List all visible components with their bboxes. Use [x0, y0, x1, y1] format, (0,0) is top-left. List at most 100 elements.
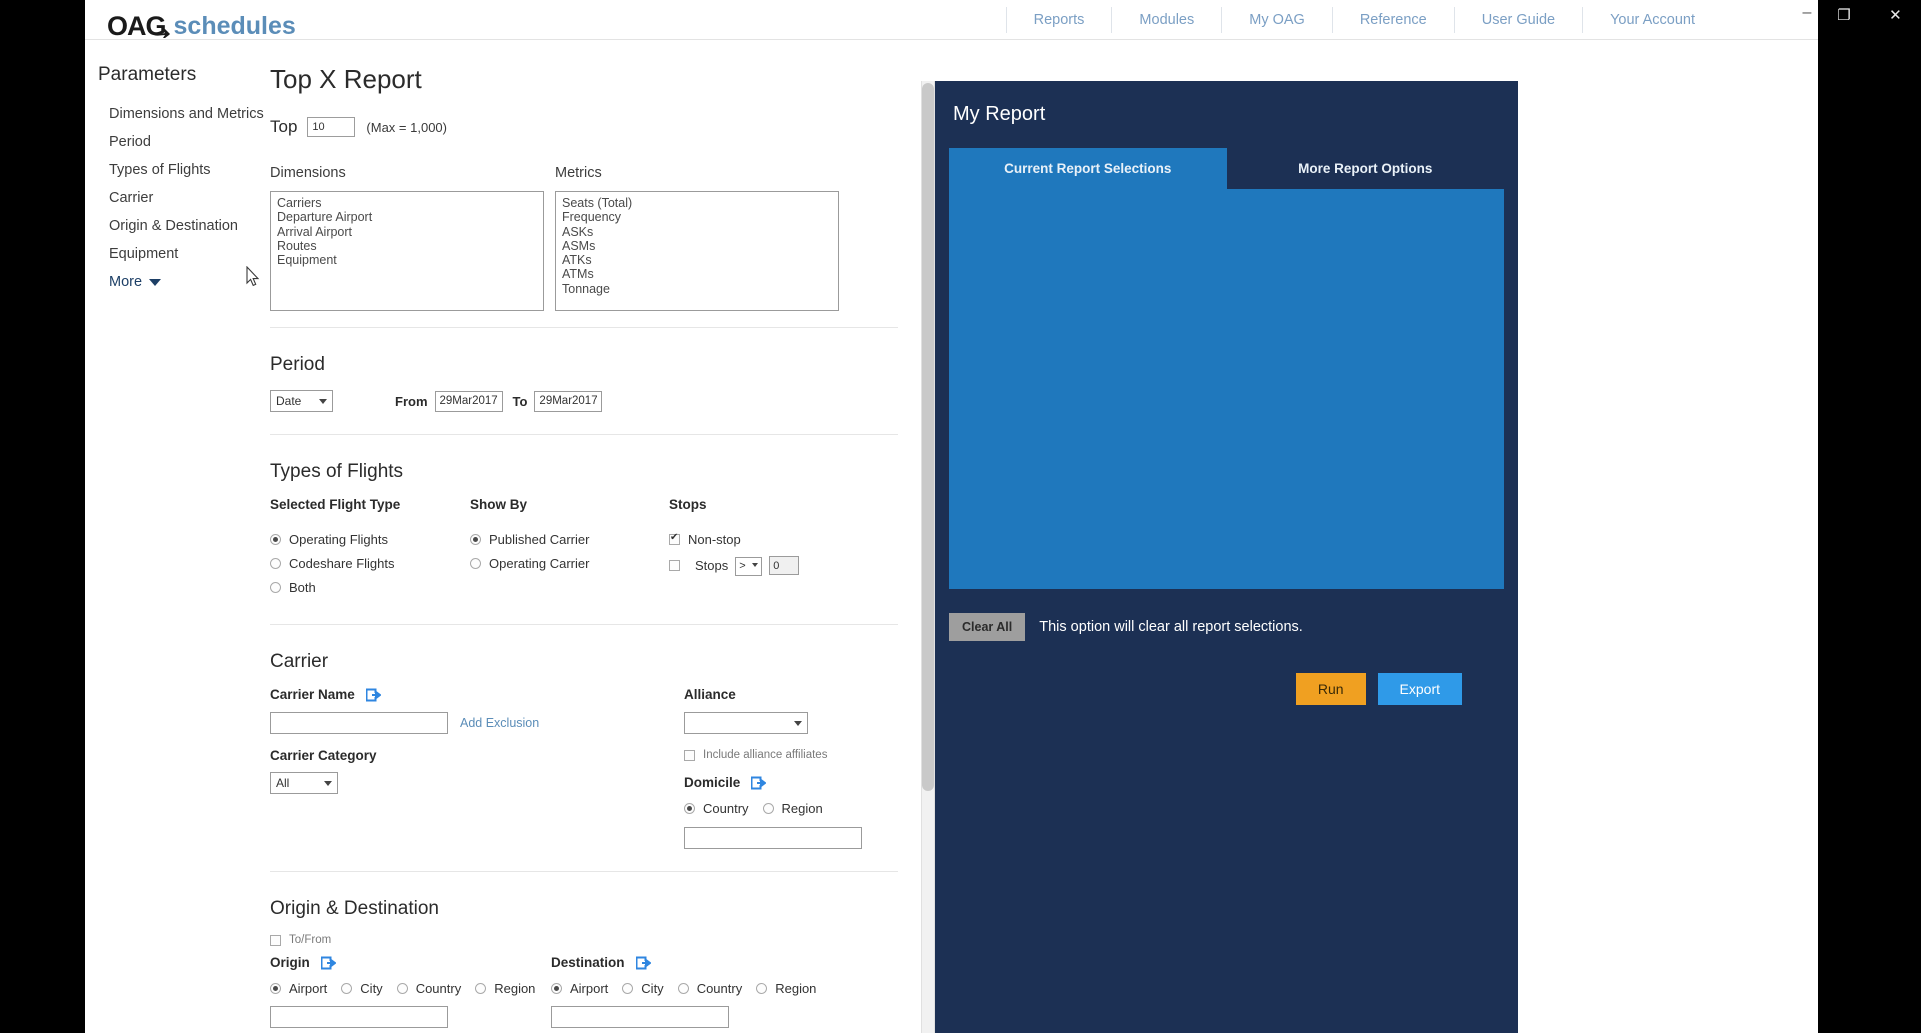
metrics-listbox[interactable]: Seats (Total) Frequency ASKs ASMs ATKs A…	[555, 191, 839, 311]
dimensions-option[interactable]: Arrival Airport	[275, 225, 543, 239]
carrier-category-select[interactable]: All	[270, 772, 338, 794]
radio-icon[interactable]	[270, 582, 281, 593]
metrics-option[interactable]: Seats (Total)	[560, 196, 838, 210]
add-exclusion-link[interactable]: Add Exclusion	[460, 716, 539, 730]
restore-icon[interactable]: ❐	[1831, 5, 1856, 26]
radio-icon[interactable]	[270, 558, 281, 569]
external-link-icon[interactable]	[635, 956, 651, 970]
period-to-input[interactable]	[534, 390, 603, 412]
destination-label: Destination	[551, 955, 625, 970]
stops-operator-select[interactable]: >	[735, 556, 763, 576]
radio-operating-flights[interactable]: Operating Flights	[270, 532, 470, 547]
radio-icon[interactable]	[270, 983, 281, 994]
radio-icon[interactable]	[677, 983, 689, 994]
run-button[interactable]: Run	[1295, 673, 1366, 705]
checkbox-non-stop[interactable]: Non-stop	[669, 532, 869, 547]
radio-both[interactable]: Both	[270, 580, 470, 595]
radio-destination-city[interactable]: City	[622, 981, 664, 996]
nav-item-my-oag[interactable]: My OAG	[1221, 6, 1332, 33]
radio-label: Codeshare Flights	[289, 556, 395, 571]
metrics-option[interactable]: ATMs	[560, 267, 838, 281]
dimensions-option[interactable]: Equipment	[275, 253, 543, 267]
radio-label: Country	[415, 981, 462, 996]
radio-origin-airport[interactable]: Airport	[270, 981, 327, 996]
radio-icon[interactable]	[396, 983, 408, 994]
sidebar-item-equipment[interactable]: Equipment	[85, 240, 270, 268]
radio-published-carrier[interactable]: Published Carrier	[470, 532, 669, 547]
radio-codeshare-flights[interactable]: Codeshare Flights	[270, 556, 470, 571]
sidebar-item-period[interactable]: Period	[85, 128, 270, 156]
origin-input[interactable]	[270, 1006, 448, 1028]
radio-domicile-country[interactable]: Country	[684, 801, 749, 816]
radio-label: Published Carrier	[489, 532, 590, 547]
radio-icon[interactable]	[622, 983, 634, 994]
radio-icon[interactable]	[684, 803, 695, 814]
tab-current-report-selections[interactable]: Current Report Selections	[949, 148, 1227, 189]
radio-operating-carrier[interactable]: Operating Carrier	[470, 556, 669, 571]
close-icon[interactable]: ✕	[1883, 5, 1908, 26]
dimensions-option[interactable]: Departure Airport	[275, 210, 543, 224]
sidebar-item-types-of-flights[interactable]: Types of Flights	[85, 156, 270, 184]
external-link-icon[interactable]	[365, 688, 381, 702]
sidebar-item-more[interactable]: More	[85, 268, 270, 296]
external-link-icon[interactable]	[751, 776, 767, 790]
dimensions-option[interactable]: Routes	[275, 239, 543, 253]
sidebar-item-carrier[interactable]: Carrier	[85, 184, 270, 212]
checkbox-icon[interactable]	[270, 934, 281, 946]
radio-origin-region[interactable]: Region	[475, 981, 535, 996]
checkbox-icon[interactable]	[669, 532, 680, 545]
period-mode-select[interactable]: Date	[270, 390, 333, 412]
metrics-option[interactable]: ASMs	[560, 239, 838, 253]
tab-more-report-options[interactable]: More Report Options	[1226, 148, 1504, 189]
oag-schedules-logo[interactable]: OAG schedules	[107, 0, 296, 44]
body-area: Parameters Dimensions and Metrics Period…	[85, 40, 1818, 1033]
sidebar-item-dimensions-and-metrics[interactable]: Dimensions and Metrics	[85, 100, 270, 128]
parameters-sidebar: Parameters Dimensions and Metrics Period…	[85, 40, 270, 1033]
radio-icon[interactable]	[551, 983, 562, 994]
radio-icon[interactable]	[475, 983, 487, 994]
nav-item-reference[interactable]: Reference	[1331, 6, 1454, 33]
radio-icon[interactable]	[341, 983, 353, 994]
period-to-label: To	[512, 393, 528, 409]
carrier-name-input[interactable]	[270, 712, 448, 734]
radio-origin-country[interactable]: Country	[396, 981, 462, 996]
alliance-select[interactable]	[684, 712, 808, 734]
clear-all-button[interactable]: Clear All	[949, 613, 1026, 641]
nav-item-reports[interactable]: Reports	[1005, 6, 1112, 33]
checkbox-stops[interactable]: Stops >	[669, 556, 869, 576]
dimensions-listbox[interactable]: Carriers Departure Airport Arrival Airpo…	[270, 191, 544, 311]
checkbox-icon[interactable]	[669, 560, 680, 572]
radio-destination-airport[interactable]: Airport	[551, 981, 608, 996]
metrics-option[interactable]: ASKs	[560, 225, 838, 239]
radio-origin-city[interactable]: City	[341, 981, 383, 996]
metrics-option[interactable]: Frequency	[560, 210, 838, 224]
nav-item-modules[interactable]: Modules	[1111, 6, 1221, 33]
checkbox-icon[interactable]	[684, 749, 695, 761]
radio-icon[interactable]	[762, 803, 774, 814]
radio-destination-country[interactable]: Country	[677, 981, 742, 996]
nav-item-your-account[interactable]: Your Account	[1582, 6, 1722, 33]
sidebar-item-origin-destination[interactable]: Origin & Destination	[85, 212, 270, 240]
radio-icon[interactable]	[270, 534, 281, 545]
form-scrollbar-thumb[interactable]	[922, 83, 934, 791]
external-link-icon[interactable]	[320, 956, 336, 970]
top-input[interactable]	[307, 117, 356, 137]
checkbox-include-alliance-affiliates[interactable]: Include alliance affiliates	[684, 749, 914, 761]
period-from-input[interactable]	[434, 390, 503, 412]
dimensions-option[interactable]: Carriers	[275, 196, 543, 210]
my-report-title: My Report	[953, 103, 1046, 125]
domicile-input[interactable]	[684, 827, 862, 849]
destination-input[interactable]	[551, 1006, 729, 1028]
radio-icon[interactable]	[756, 983, 768, 994]
metrics-option[interactable]: ATKs	[560, 253, 838, 267]
domicile-label-row: Domicile	[684, 775, 914, 790]
minimize-button[interactable]: –	[1800, 5, 1814, 21]
export-button[interactable]: Export	[1377, 673, 1462, 705]
radio-icon[interactable]	[470, 534, 481, 545]
metrics-option[interactable]: Tonnage	[560, 282, 838, 296]
radio-destination-region[interactable]: Region	[756, 981, 816, 996]
nav-item-user-guide[interactable]: User Guide	[1453, 6, 1582, 33]
radio-icon[interactable]	[470, 558, 481, 569]
radio-domicile-region[interactable]: Region	[762, 801, 823, 816]
stops-value-input[interactable]	[769, 556, 800, 576]
